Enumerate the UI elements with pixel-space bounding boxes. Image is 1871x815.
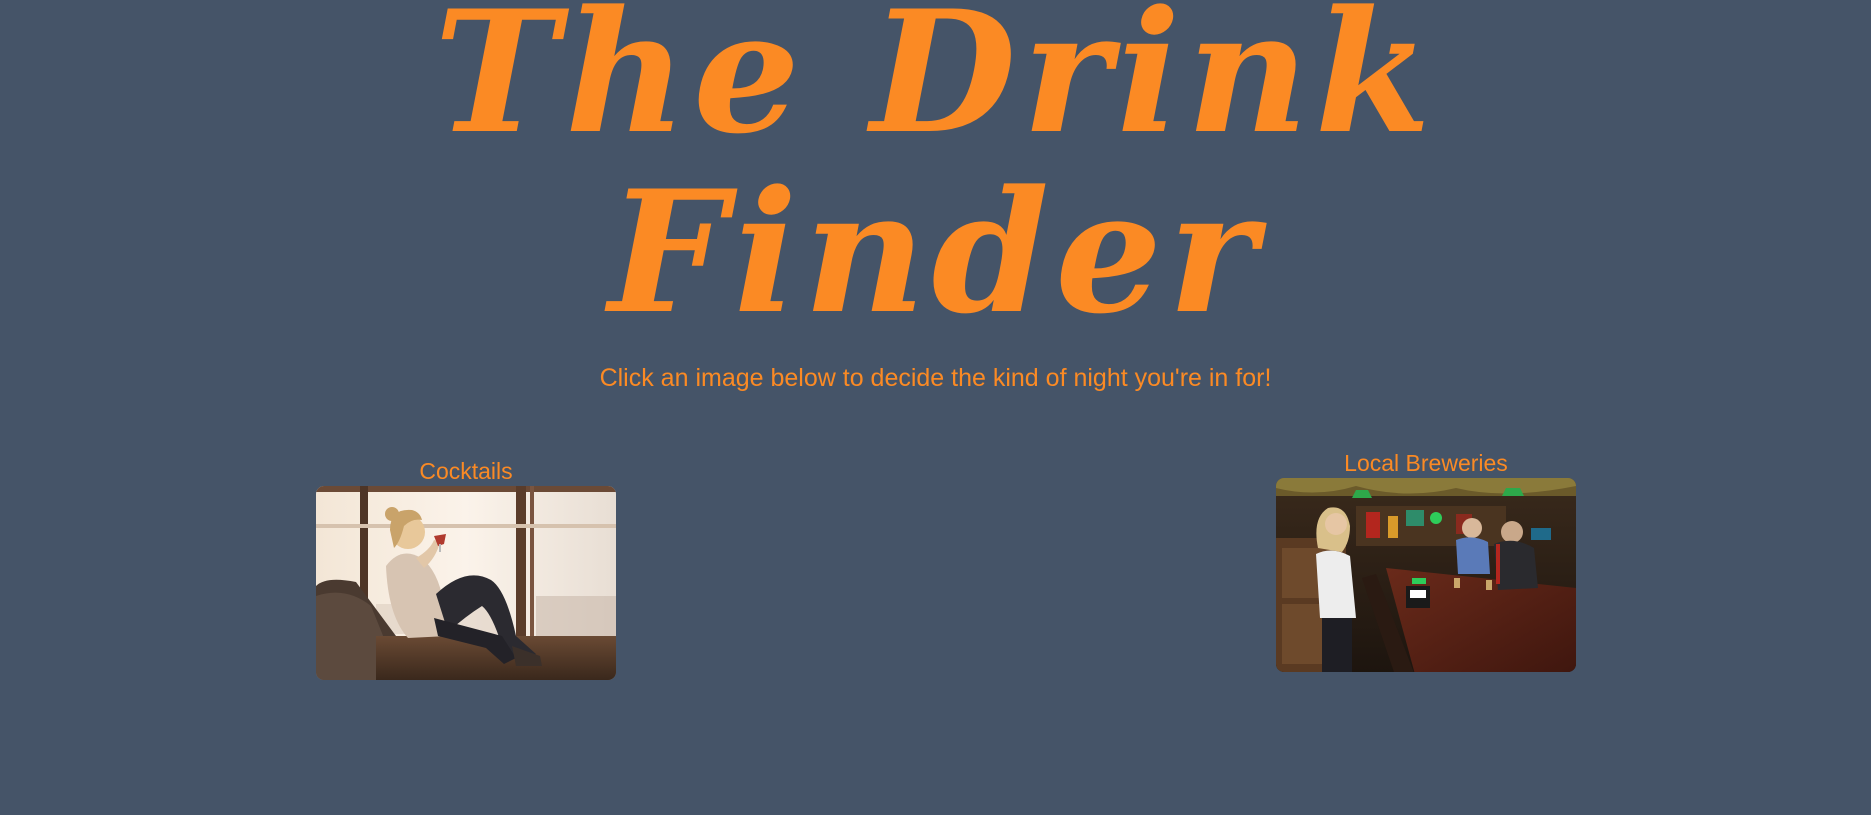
cocktails-label: Cocktails bbox=[419, 458, 513, 484]
breweries-label: Local Breweries bbox=[1344, 450, 1508, 476]
cocktails-card[interactable]: Cocktails bbox=[316, 456, 616, 680]
page-title-line-1: The Drink bbox=[433, 0, 1438, 171]
breweries-photo-illustration bbox=[1276, 478, 1576, 672]
breweries-card[interactable]: Local Breweries bbox=[1276, 448, 1576, 672]
cocktails-photo-illustration bbox=[316, 486, 616, 680]
page: The Drink Finder Click an image below to… bbox=[0, 0, 1871, 815]
cocktails-image[interactable] bbox=[316, 486, 616, 680]
page-title-line-2: Finder bbox=[608, 153, 1263, 351]
page-subtitle: Click an image below to decide the kind … bbox=[599, 364, 1272, 392]
breweries-image[interactable] bbox=[1276, 478, 1576, 672]
